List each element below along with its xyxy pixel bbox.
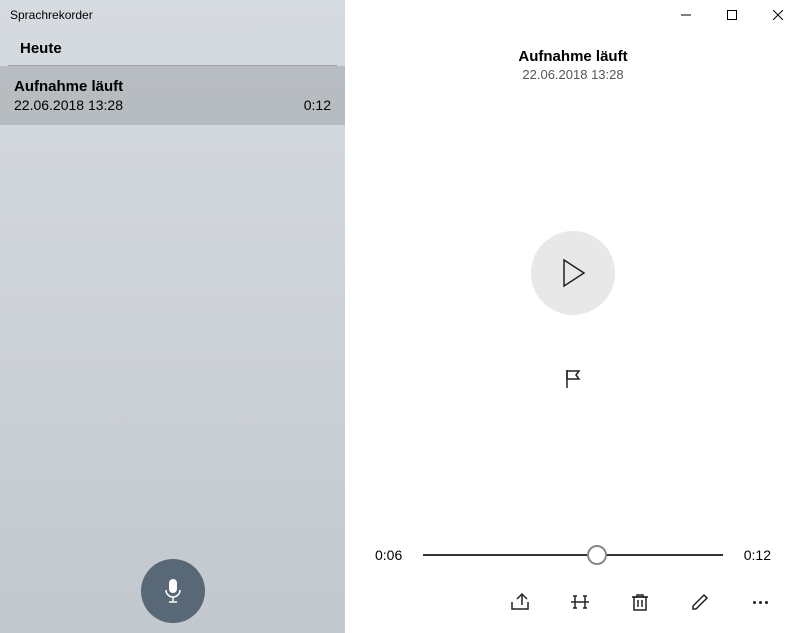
seek-track-line <box>423 554 723 556</box>
play-icon <box>560 258 586 288</box>
close-icon <box>773 10 783 20</box>
time-current: 0:06 <box>375 547 409 563</box>
section-header-today: Heute <box>8 30 337 66</box>
share-icon <box>509 592 531 612</box>
minimize-icon <box>681 10 691 20</box>
recording-list: Aufnahme läuft 22.06.2018 13:28 0:12 <box>0 66 345 633</box>
play-button[interactable] <box>531 231 615 315</box>
main-panel: Aufnahme läuft 22.06.2018 13:28 0:06 0:1… <box>345 0 801 633</box>
seek-track[interactable] <box>423 543 723 567</box>
sidebar: Sprachrekorder Heute Aufnahme läuft 22.0… <box>0 0 345 633</box>
recording-item-title: Aufnahme läuft <box>14 78 331 95</box>
recording-item[interactable]: Aufnahme läuft 22.06.2018 13:28 0:12 <box>0 66 345 125</box>
more-icon <box>753 601 756 604</box>
bottom-actions <box>345 577 801 633</box>
window-controls <box>663 0 801 30</box>
rename-button[interactable] <box>687 589 713 615</box>
app-title: Sprachrekorder <box>0 0 345 30</box>
trim-icon <box>569 593 591 611</box>
flag-icon <box>563 368 583 390</box>
detail-header: Aufnahme läuft 22.06.2018 13:28 <box>345 48 801 82</box>
close-button[interactable] <box>755 0 801 30</box>
maximize-icon <box>727 10 737 20</box>
maximize-button[interactable] <box>709 0 755 30</box>
delete-button[interactable] <box>627 589 653 615</box>
minimize-button[interactable] <box>663 0 709 30</box>
more-button[interactable] <box>747 589 773 615</box>
time-total: 0:12 <box>737 547 771 563</box>
detail-title: Aufnahme läuft <box>345 48 801 65</box>
timeline: 0:06 0:12 <box>345 543 801 577</box>
trim-button[interactable] <box>567 589 593 615</box>
share-button[interactable] <box>507 589 533 615</box>
delete-icon <box>631 592 649 612</box>
microphone-icon <box>161 577 185 605</box>
recording-item-duration: 0:12 <box>304 97 331 113</box>
rename-icon <box>690 592 710 612</box>
record-button[interactable] <box>141 559 205 623</box>
recording-item-timestamp: 22.06.2018 13:28 <box>14 97 123 113</box>
detail-timestamp: 22.06.2018 13:28 <box>345 67 801 82</box>
add-marker-button[interactable] <box>557 363 589 395</box>
seek-thumb[interactable] <box>587 545 607 565</box>
